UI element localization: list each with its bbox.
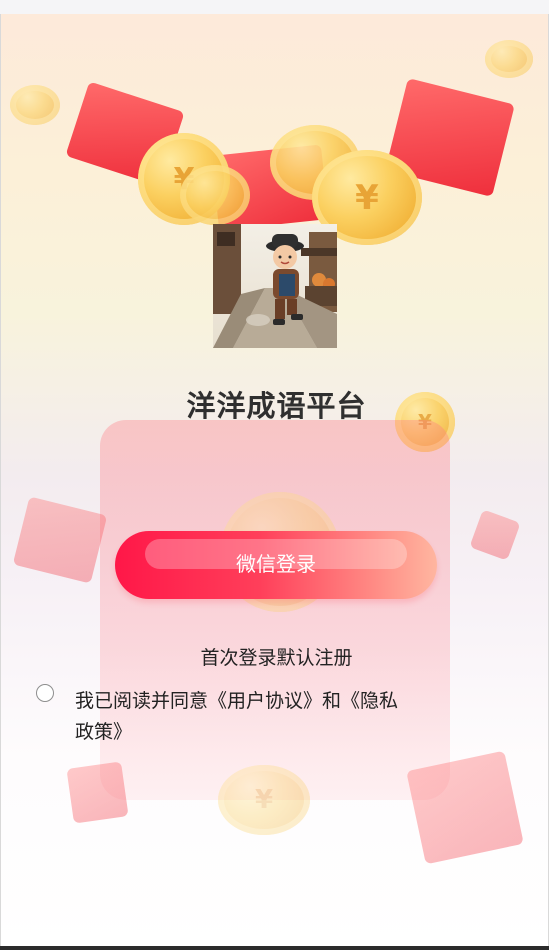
register-hint: 首次登录默认注册 — [200, 647, 353, 669]
agreement-prefix: 我已阅读并同意 — [75, 690, 209, 712]
yuan-coin-icon — [180, 165, 250, 225]
agreement-checkbox[interactable] — [36, 684, 54, 702]
agreement-conjunction: 和 — [322, 690, 342, 712]
yuan-coin-icon: ¥ — [138, 133, 230, 225]
yuan-coin-icon — [485, 40, 533, 78]
login-page: ¥ ¥ ¥ ¥ ¥ — [0, 0, 549, 950]
home-indicator — [0, 946, 549, 950]
yuan-coin-icon: ¥ — [218, 765, 310, 835]
red-envelope-icon — [211, 144, 329, 231]
agreement-text: 我已阅读并同意《用户协议》和《隐私政策》 — [75, 686, 405, 748]
logo-illustration — [213, 224, 337, 348]
red-envelope-icon — [406, 750, 524, 865]
red-envelope-icon — [65, 81, 185, 187]
user-agreement-link[interactable]: 《用户协议》 — [208, 690, 322, 712]
red-envelope-icon — [66, 761, 129, 824]
app-logo — [213, 224, 337, 348]
wechat-login-label: 微信登录 — [236, 554, 316, 576]
app-title: 洋洋成语平台 — [186, 389, 367, 423]
frame-edge-left — [0, 14, 1, 950]
wechat-login-button[interactable]: 微信登录 — [115, 531, 437, 599]
red-envelope-icon — [385, 78, 515, 197]
background-decoration: ¥ ¥ ¥ ¥ ¥ — [0, 0, 549, 950]
red-envelope-icon — [12, 496, 108, 584]
yuan-coin-icon — [10, 85, 60, 125]
status-bar — [0, 0, 549, 14]
yuan-coin-icon — [270, 125, 360, 200]
red-envelope-icon — [469, 509, 521, 561]
